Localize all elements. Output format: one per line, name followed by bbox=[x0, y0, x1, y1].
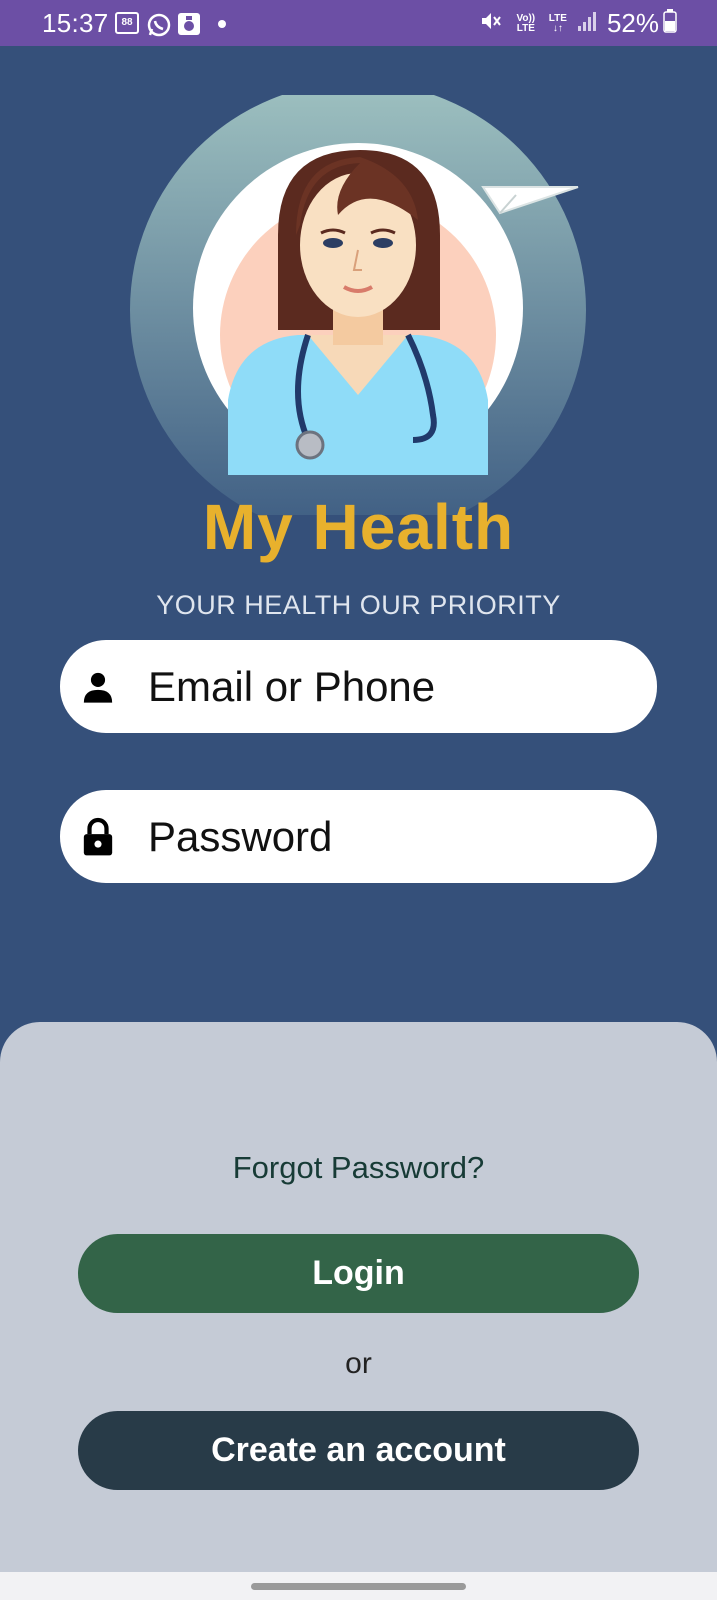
or-divider: or bbox=[345, 1347, 372, 1380]
create-account-label: Create an account bbox=[211, 1431, 506, 1469]
dot-icon bbox=[218, 20, 226, 28]
mute-icon bbox=[479, 9, 503, 38]
notification-icon: 88 bbox=[115, 12, 139, 34]
whatsapp-icon bbox=[146, 12, 172, 43]
person-icon bbox=[78, 667, 118, 707]
signal-icon bbox=[577, 10, 597, 37]
create-account-button[interactable]: Create an account bbox=[78, 1411, 639, 1490]
home-gesture-handle[interactable] bbox=[251, 1583, 466, 1590]
battery-icon bbox=[663, 9, 677, 38]
login-button[interactable]: Login bbox=[78, 1234, 639, 1313]
email-placeholder: Email or Phone bbox=[148, 662, 436, 710]
media-icon bbox=[177, 12, 201, 41]
doctor-illustration bbox=[128, 82, 588, 538]
lte-label: LTE bbox=[548, 12, 567, 24]
app-tagline: YOUR HEALTH OUR PRIORITY bbox=[156, 590, 561, 620]
login-button-label: Login bbox=[312, 1254, 405, 1292]
navigation-bar bbox=[0, 1572, 717, 1600]
lock-icon bbox=[78, 817, 118, 857]
status-time: 15:37 bbox=[42, 8, 109, 38]
forgot-password-link[interactable]: Forgot Password? bbox=[0, 1150, 717, 1186]
battery-percent: 52% bbox=[606, 8, 659, 38]
volte-icon: Vo)) LTE bbox=[516, 12, 536, 34]
app-title: My Health bbox=[202, 491, 515, 563]
lte-icon: LTE ↓↑ bbox=[548, 12, 567, 34]
email-field[interactable]: Email or Phone bbox=[60, 640, 657, 733]
status-bar: 15:37 88 Vo)) LTE LTE ↓↑ 52% bbox=[0, 0, 717, 46]
password-placeholder: Password bbox=[148, 812, 333, 860]
password-field[interactable]: Password bbox=[60, 790, 657, 883]
status-right: Vo)) LTE LTE ↓↑ 52% bbox=[479, 8, 677, 39]
